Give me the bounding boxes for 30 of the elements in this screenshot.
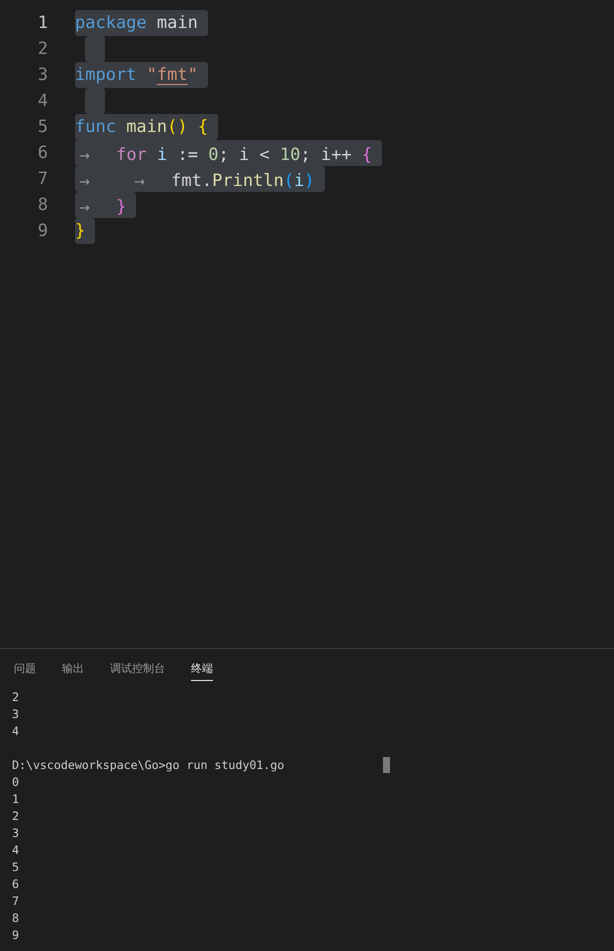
terminal-line: 1 [12,792,19,806]
terminal-line: D:\vscodeworkspace\Go>go run study01.go [12,758,284,772]
terminal-line: 2 [12,809,19,823]
panel-tab[interactable]: 问题 [14,657,36,681]
line-number: 9 [36,221,49,241]
code-editor[interactable]: 1 package main 2 3 import "fmt" 4 5 func main() { 6 → for i := 0; i < 10; i++ { 7 → → fmt.Println(i) 8 → } 9 } [0,0,614,648]
line-number: 1 [36,13,49,33]
terminal[interactable]: 2 3 4 D:\vscodeworkspace\Go>go run study01.go 0 1 2 3 4 5 6 7 8 9 [0,684,614,944]
terminal-line: 3 [12,826,19,840]
terminal-line: 4 [12,724,19,738]
terminal-line: 9 [12,928,19,942]
line-number: 7 [36,169,49,189]
terminal-line: 8 [12,911,19,925]
panel-tab[interactable]: 调试控制台 [110,657,165,681]
line-number: 8 [36,195,49,215]
terminal-line: 5 [12,860,19,874]
terminal-cursor [383,757,390,773]
line-number: 6 [36,143,49,163]
panel-tab[interactable]: 输出 [62,657,84,681]
terminal-line: 2 [12,690,19,704]
line-number: 2 [36,39,49,59]
terminal-line: 3 [12,707,19,721]
line-number: 5 [36,117,49,137]
panel-tab[interactable]: 终端 [191,657,213,681]
terminal-line: 0 [12,775,19,789]
terminal-line: 6 [12,877,19,891]
terminal-line: 4 [12,843,19,857]
terminal-line: 7 [12,894,19,908]
line-number: 3 [36,65,49,85]
line-number: 4 [36,91,49,111]
